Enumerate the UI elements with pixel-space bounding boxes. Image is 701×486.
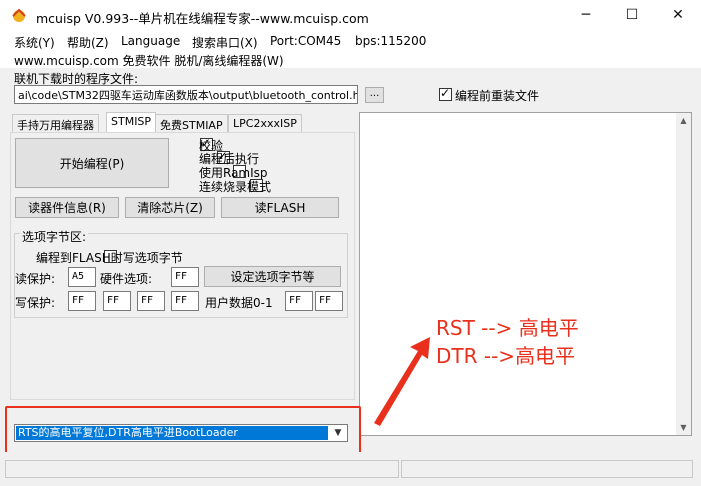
user-data-label: 用户数据0-1	[205, 296, 273, 310]
hardware-option-input[interactable]: FF	[171, 267, 199, 287]
status-cell	[401, 460, 693, 478]
write-protect-input[interactable]: FF	[171, 291, 199, 311]
menu-port[interactable]: Port:COM45	[270, 34, 341, 48]
arrow-down-icon[interactable]: ▼	[676, 420, 691, 435]
erase-chip-button[interactable]: 清除芯片(Z)	[125, 197, 215, 218]
status-cell	[5, 460, 399, 478]
tab-stmiap[interactable]: 免费STMIAP	[155, 114, 228, 132]
option-group-title: 选项字节区:	[20, 228, 89, 245]
file-path-input[interactable]: ai\code\STM32四驱车运动库函数版本\output\bluetooth…	[14, 85, 358, 104]
arrow-up-icon[interactable]: ▲	[676, 113, 691, 128]
annotation-dtr: DTR -->高电平	[436, 344, 576, 368]
reload-file-checkbox[interactable]	[439, 86, 452, 101]
annotation-arrow-icon	[374, 337, 430, 426]
output-scrollbar[interactable]: ▲ ▼	[676, 113, 691, 435]
reload-file-label: 编程前重装文件	[455, 89, 540, 103]
read-protect-label: 读保护:	[15, 272, 56, 286]
menu-baud[interactable]: bps:115200	[355, 34, 426, 48]
tab-stmisp[interactable]: STMISP	[106, 112, 157, 133]
menu-bar: 系统(Y) 帮助(Z) Language 搜索串口(X) Port:COM45 …	[0, 32, 701, 50]
write-protect-label: 写保护:	[15, 296, 56, 310]
maximize-button[interactable]: ☐	[609, 0, 655, 30]
mcuisp-window: mcuisp V0.993--单片机在线编程专家--www.mcuisp.com…	[0, 0, 701, 486]
read-flash-button[interactable]: 读FLASH	[221, 197, 339, 218]
start-program-button[interactable]: 开始编程(P)	[15, 138, 169, 188]
menu-search-port[interactable]: 搜索串口(X)	[192, 34, 258, 51]
annotation-rst: RST --> 高电平	[436, 316, 579, 340]
hardware-option-label: 硬件选项:	[100, 272, 153, 286]
chevron-down-icon[interactable]: ▼	[330, 426, 346, 440]
menu-system[interactable]: 系统(Y)	[14, 34, 55, 51]
title-bar: mcuisp V0.993--单片机在线编程专家--www.mcuisp.com…	[0, 0, 701, 32]
user-data-input[interactable]: FF	[285, 291, 313, 311]
site-bar: www.mcuisp.com 免费软件 脱机/离线编程器(W)	[0, 50, 701, 68]
read-device-info-button[interactable]: 读器件信息(R)	[15, 197, 119, 218]
write-protect-input[interactable]: FF	[68, 291, 96, 311]
write-option-bytes-label: 编程到FLASH时写选项字节	[36, 251, 183, 265]
user-data-input[interactable]: FF	[315, 291, 343, 311]
menu-site-offline[interactable]: www.mcuisp.com 免费软件 脱机/离线编程器(W)	[14, 52, 284, 69]
close-button[interactable]: ✕	[655, 0, 701, 30]
tab-lpc2xxxisp[interactable]: LPC2xxxISP	[228, 114, 302, 132]
read-protect-input[interactable]: A5	[68, 267, 96, 287]
boot-mode-value: RTS的高电平复位,DTR高电平进BootLoader	[16, 426, 328, 440]
menu-help[interactable]: 帮助(Z)	[67, 34, 109, 51]
write-protect-input[interactable]: FF	[137, 291, 165, 311]
boot-mode-select[interactable]: RTS的高电平复位,DTR高电平进BootLoader ▼	[14, 424, 348, 442]
set-option-bytes-button[interactable]: 设定选项字节等	[204, 266, 341, 287]
minimize-button[interactable]: ─	[563, 0, 609, 30]
window-title: mcuisp V0.993--单片机在线编程专家--www.mcuisp.com	[36, 11, 369, 26]
write-protect-input[interactable]: FF	[103, 291, 131, 311]
menu-language[interactable]: Language	[121, 34, 180, 48]
browse-button[interactable]: ...	[365, 87, 384, 103]
app-logo-icon	[12, 8, 26, 22]
continuous-mode-label: 连续烧录模式	[199, 180, 272, 194]
tab-handheld[interactable]: 手持万用编程器	[12, 114, 99, 132]
